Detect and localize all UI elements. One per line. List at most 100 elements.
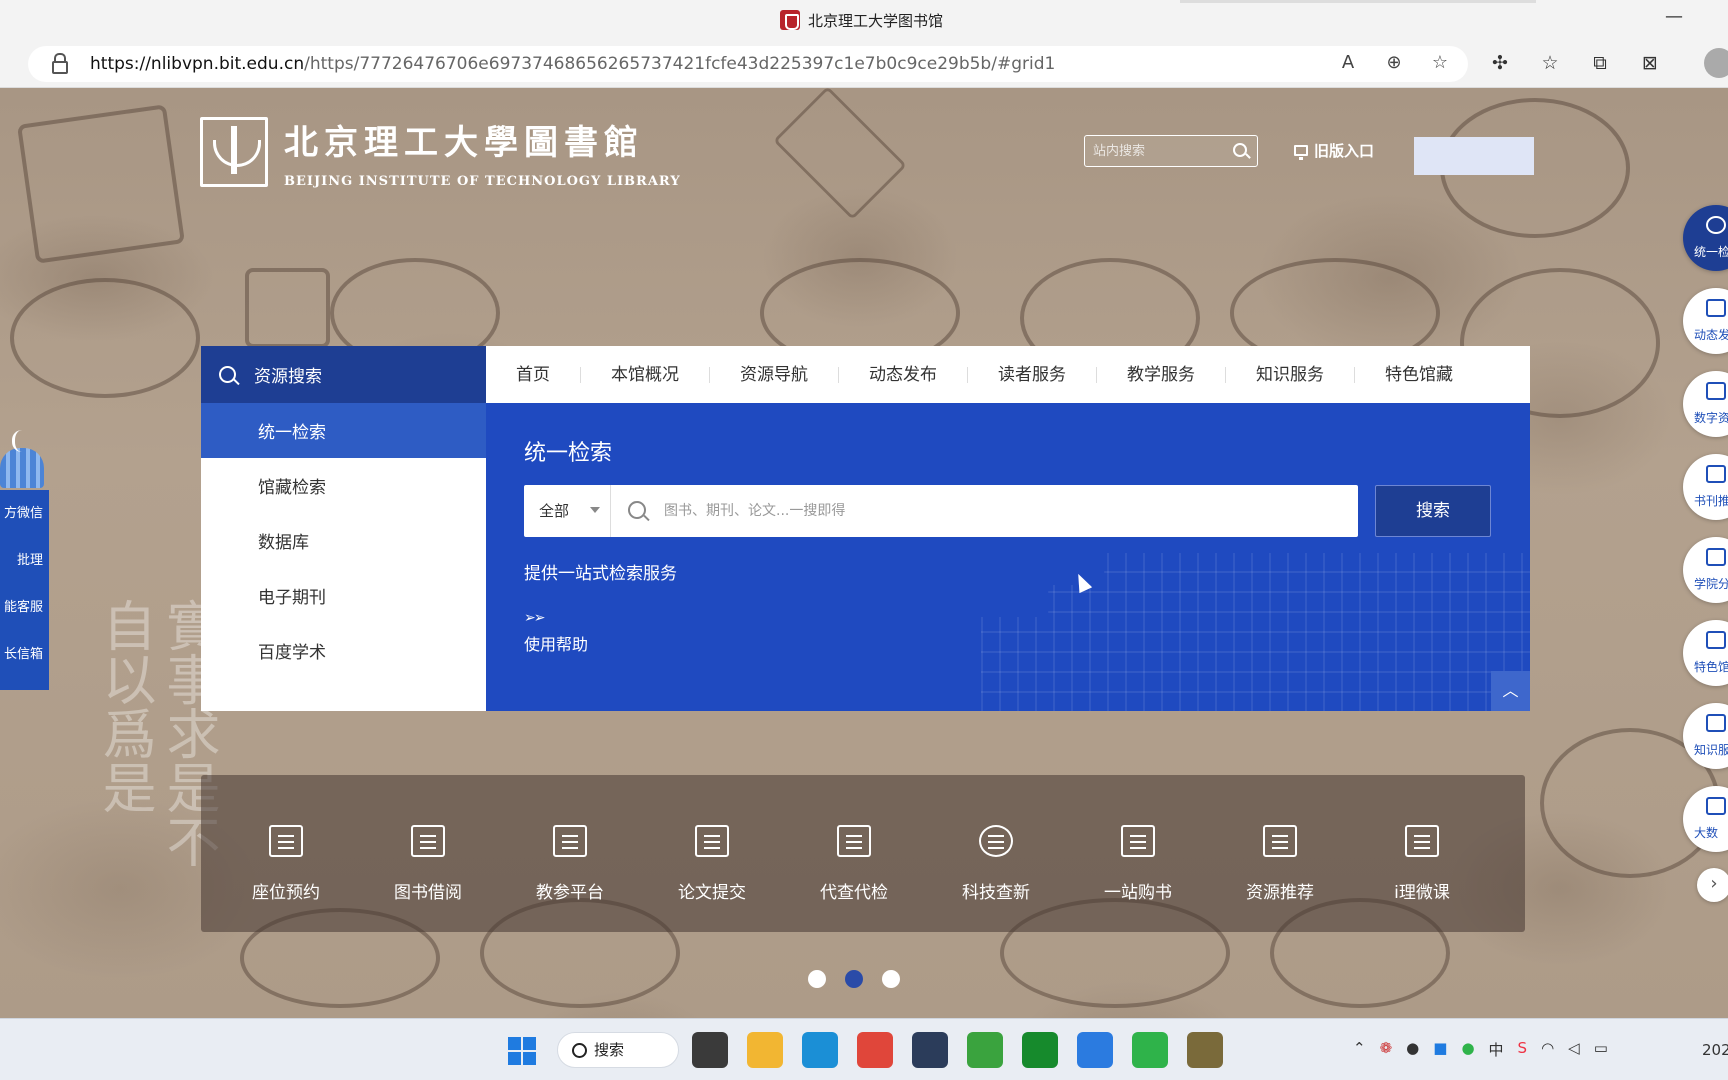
right-bar-item-book-recommend[interactable]: 书刊推: [1683, 454, 1728, 520]
nav-special-collections[interactable]: 特色馆藏: [1355, 366, 1483, 383]
task-view-icon[interactable]: [692, 1032, 728, 1068]
search-icon[interactable]: [1233, 143, 1247, 157]
login-area[interactable]: [1414, 137, 1534, 175]
minimize-button[interactable]: —: [1660, 6, 1688, 30]
add-favorite-icon[interactable]: ☆: [1428, 52, 1452, 73]
double-arrow-icon: ➢➢: [524, 610, 546, 626]
search-button[interactable]: 搜索: [1375, 485, 1491, 537]
qq-icon[interactable]: ●: [1406, 1039, 1419, 1060]
ime-icon[interactable]: 中: [1489, 1039, 1504, 1060]
sidebar-item-ejournals[interactable]: 电子期刊: [201, 568, 486, 623]
taskbar-search[interactable]: 搜索: [557, 1032, 679, 1068]
right-bar-item-news[interactable]: 动态发: [1683, 288, 1728, 354]
app-cube-icon[interactable]: [912, 1032, 948, 1068]
old-version-link[interactable]: 旧版入口: [1294, 140, 1374, 161]
carousel-dot[interactable]: [808, 970, 826, 988]
quick-service-search-on-behalf[interactable]: 代查代检: [783, 775, 925, 932]
collections-icon[interactable]: ⧉: [1588, 52, 1612, 74]
profile-avatar[interactable]: [1704, 48, 1728, 78]
nav-reader-services[interactable]: 读者服务: [968, 366, 1097, 383]
quick-service-label: 代查代检: [820, 883, 888, 903]
stamp-decoration: [773, 88, 907, 220]
right-bar-item-college[interactable]: 学院分: [1683, 537, 1728, 603]
help-link[interactable]: 使用帮助: [524, 631, 588, 655]
edge-icon[interactable]: [802, 1032, 838, 1068]
right-bar-item-unified-search[interactable]: 统一检: [1683, 205, 1728, 271]
lock-icon[interactable]: [52, 53, 68, 74]
quick-service-resource-recommend[interactable]: 资源推荐: [1209, 775, 1351, 932]
address-bar[interactable]: https://nlibvpn.bit.edu.cn/https/7772647…: [28, 46, 1468, 82]
nav-home[interactable]: 首页: [486, 366, 581, 383]
right-bar-label: 书刊推: [1694, 494, 1728, 508]
sogou-icon[interactable]: S: [1518, 1039, 1528, 1060]
collapse-button[interactable]: ︿: [1491, 671, 1530, 711]
left-panel-item[interactable]: 能客服: [0, 584, 49, 631]
nav-news[interactable]: 动态发布: [839, 366, 968, 383]
nav-about[interactable]: 本馆概况: [581, 366, 710, 383]
right-bar-next-button[interactable]: ›: [1697, 868, 1728, 902]
window-title: 北京理工大学图书馆: [780, 8, 943, 32]
taskbar-clock[interactable]: 202: [1702, 1041, 1728, 1059]
wechat-tray-icon[interactable]: ●: [1461, 1039, 1474, 1060]
quick-service-teaching-ref[interactable]: 教参平台: [499, 775, 641, 932]
windows-start-icon[interactable]: [508, 1037, 536, 1065]
right-bar-label: 统一检: [1694, 245, 1728, 259]
sidebar-header: 资源搜索: [201, 346, 486, 403]
quick-service-buy-books[interactable]: 一站购书: [1067, 775, 1209, 932]
xbox-icon[interactable]: [1022, 1032, 1058, 1068]
sidebar-item-catalog-search[interactable]: 馆藏检索: [201, 458, 486, 513]
left-panel-item[interactable]: 长信箱: [0, 631, 49, 678]
read-aloud-icon[interactable]: A: [1336, 52, 1360, 73]
zoom-icon[interactable]: ⊕: [1382, 52, 1406, 73]
right-bar-item-digital-resources[interactable]: 数字资: [1683, 371, 1728, 437]
quick-service-thesis-submit[interactable]: 论文提交: [641, 775, 783, 932]
quick-service-micro-lessons[interactable]: i理微课: [1351, 775, 1493, 932]
file-explorer-icon[interactable]: [747, 1032, 783, 1068]
unified-search-panel: 统一检索 全部 搜索 提供一站式检索服务 ➢➢ 使用帮助 ︿: [486, 403, 1530, 711]
search-bar: 全部: [524, 485, 1358, 537]
quick-service-seat-booking[interactable]: 座位预约: [215, 775, 357, 932]
right-bar-item-special-collection[interactable]: 特色馆: [1683, 620, 1728, 686]
library-logo[interactable]: 北京理工大學圖書館 BEIJING INSTITUTE OF TECHNOLOG…: [200, 115, 681, 189]
right-bar-item-big-data[interactable]: 大数: [1683, 786, 1728, 852]
site-search-input[interactable]: [1093, 141, 1223, 161]
url-text[interactable]: https://nlibvpn.bit.edu.cn/https/7772647…: [90, 54, 1055, 74]
carousel-dot[interactable]: [882, 970, 900, 988]
taskbar-apps: [692, 1032, 1223, 1068]
quick-service-book-borrow[interactable]: 图书借阅: [357, 775, 499, 932]
sidebar-item-unified-search[interactable]: 统一检索: [201, 403, 486, 458]
sidebar-item-baidu-scholar[interactable]: 百度学术: [201, 623, 486, 678]
chrome-icon[interactable]: [857, 1032, 893, 1068]
volume-icon[interactable]: ◁: [1568, 1039, 1580, 1060]
wechat-icon[interactable]: [1132, 1032, 1168, 1068]
knowledge-icon: [1706, 714, 1726, 732]
window-titlebar: 北京理工大学图书馆 —: [0, 0, 1728, 40]
copilot-icon[interactable]: ⊠: [1638, 52, 1662, 74]
video-lesson-icon: [1405, 825, 1439, 857]
sidebar-item-databases[interactable]: 数据库: [201, 513, 486, 568]
logo-chinese-name: 北京理工大學圖書館: [284, 123, 644, 163]
quick-service-novelty-search[interactable]: 科技查新: [925, 775, 1067, 932]
nav-resource-guide[interactable]: 资源导航: [710, 366, 839, 383]
address-bar-actions: A ⊕ ☆: [1336, 52, 1452, 73]
left-panel-item[interactable]: 批理: [0, 537, 49, 584]
extensions-icon[interactable]: ✣: [1488, 52, 1512, 74]
browser-e-icon[interactable]: [967, 1032, 1003, 1068]
app-blue-icon[interactable]: [1077, 1032, 1113, 1068]
stamp-decoration: [16, 104, 186, 264]
app-tray2-icon[interactable]: ■: [1433, 1039, 1447, 1060]
search-scope-select[interactable]: 全部: [524, 485, 611, 537]
address-bar-row: https://nlibvpn.bit.edu.cn/https/7772647…: [0, 40, 1728, 88]
favorites-icon[interactable]: ☆: [1538, 52, 1562, 74]
left-panel-item[interactable]: 方微信: [0, 490, 49, 537]
nav-teaching-services[interactable]: 教学服务: [1097, 366, 1226, 383]
unified-search-input[interactable]: [664, 499, 1334, 523]
chevron-up-icon[interactable]: ⌃: [1353, 1039, 1366, 1060]
carousel-dot-active[interactable]: [845, 970, 863, 988]
nav-knowledge-services[interactable]: 知识服务: [1226, 366, 1355, 383]
app-tray-icon[interactable]: ❁: [1380, 1039, 1393, 1060]
right-bar-item-knowledge[interactable]: 知识服: [1683, 703, 1728, 769]
app-globe-icon[interactable]: [1187, 1032, 1223, 1068]
wifi-icon[interactable]: ◠: [1541, 1039, 1554, 1060]
battery-icon[interactable]: ▭: [1594, 1039, 1608, 1060]
